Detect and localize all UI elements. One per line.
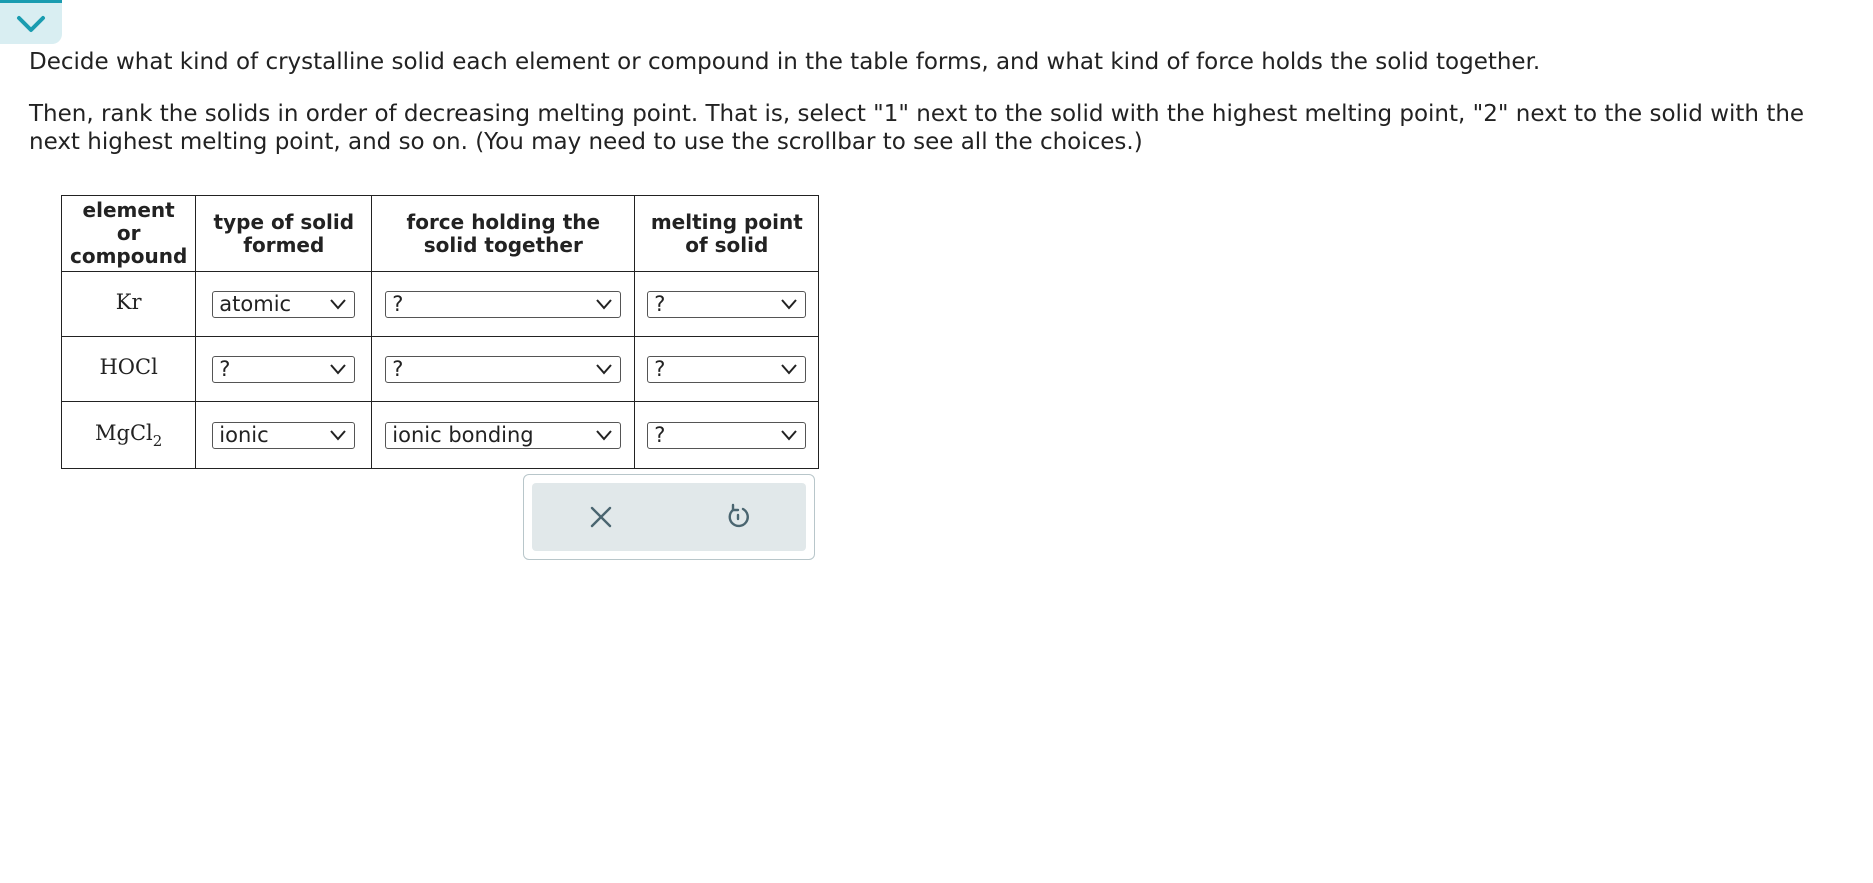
melting-select-kr[interactable]: ? <box>647 290 807 318</box>
select-value: ? <box>654 423 666 447</box>
force-select-kr[interactable]: ? <box>385 290 622 318</box>
type-select-mgcl2[interactable]: ionic <box>212 421 356 449</box>
chevron-down-icon <box>596 299 613 310</box>
select-value: ? <box>654 357 666 381</box>
question-instructions: Decide what kind of crystalline solid ea… <box>29 48 1859 156</box>
select-value: ? <box>392 292 404 316</box>
chevron-down-icon <box>781 430 798 441</box>
melting-cell: ? <box>634 401 820 469</box>
chevron-down-icon <box>330 364 347 375</box>
solids-table: element or compound type of solid formed… <box>60 195 820 469</box>
header-melting: melting point of solid <box>634 195 820 272</box>
compound-cell: MgCl2 <box>60 401 197 469</box>
force-cell: ionic bonding <box>371 401 636 469</box>
chevron-down-icon <box>781 299 798 310</box>
clear-button[interactable] <box>581 497 621 537</box>
force-select-mgcl2[interactable]: ionic bonding <box>385 421 622 449</box>
type-select-hocl[interactable]: ? <box>212 355 356 383</box>
compound-cell: HOCl <box>60 336 197 402</box>
table-row: MgCl2 ionic ionic bonding ? <box>60 401 820 469</box>
force-cell: ? <box>371 271 636 337</box>
select-value: ? <box>392 357 404 381</box>
select-value: ionic <box>219 423 269 447</box>
table-row: HOCl ? ? ? <box>60 336 820 402</box>
answer-action-panel <box>523 474 815 560</box>
action-button-bar <box>532 483 806 551</box>
formula-kr: Kr <box>115 289 142 314</box>
chevron-down-icon <box>596 430 613 441</box>
melting-select-hocl[interactable]: ? <box>647 355 807 383</box>
select-value: ? <box>219 357 231 381</box>
compound-cell: Kr <box>60 271 197 337</box>
melting-select-mgcl2[interactable]: ? <box>647 421 807 449</box>
type-cell: ? <box>195 336 373 402</box>
header-type: type of solid formed <box>195 195 373 272</box>
force-cell: ? <box>371 336 636 402</box>
collapse-toggle-button[interactable] <box>0 0 62 44</box>
chevron-down-icon <box>330 430 347 441</box>
formula-mgcl2: MgCl2 <box>95 420 163 450</box>
force-select-hocl[interactable]: ? <box>385 355 622 383</box>
formula-hocl: HOCl <box>99 354 158 379</box>
undo-icon <box>728 503 749 528</box>
reset-button[interactable] <box>718 497 758 537</box>
table-header-row: element or compound type of solid formed… <box>60 195 820 272</box>
melting-cell: ? <box>634 271 820 337</box>
type-cell: atomic <box>195 271 373 337</box>
table-row: Kr atomic ? ? <box>60 271 820 337</box>
type-select-kr[interactable]: atomic <box>212 290 356 318</box>
select-value: ? <box>654 292 666 316</box>
header-force: force holding the solid together <box>371 195 636 272</box>
chevron-down-icon <box>781 364 798 375</box>
type-cell: ionic <box>195 401 373 469</box>
melting-cell: ? <box>634 336 820 402</box>
chevron-down-icon <box>17 15 45 32</box>
select-value: ionic bonding <box>392 423 534 447</box>
close-icon <box>590 506 611 528</box>
instruction-line-2: Then, rank the solids in order of decrea… <box>29 101 1805 155</box>
select-value: atomic <box>219 292 292 316</box>
chevron-down-icon <box>596 364 613 375</box>
instruction-line-1: Decide what kind of crystalline solid ea… <box>29 49 1541 75</box>
header-compound: element or compound <box>60 195 197 272</box>
chevron-down-icon <box>330 299 347 310</box>
